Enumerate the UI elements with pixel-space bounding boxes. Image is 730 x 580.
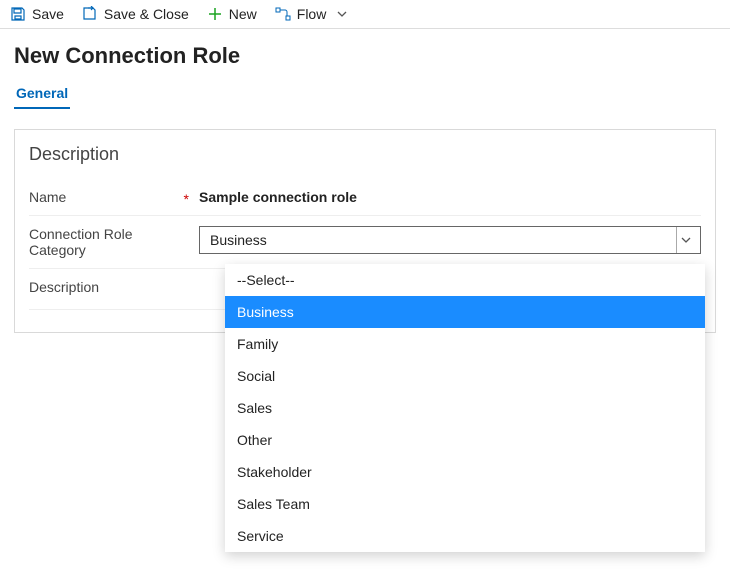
chevron-down-icon (334, 6, 350, 22)
tab-general[interactable]: General (14, 79, 70, 109)
category-row: Connection Role Category Business (29, 216, 701, 269)
command-bar: Save Save & Close New Flow (0, 0, 730, 29)
dropdown-option[interactable]: Other (225, 424, 705, 456)
chevron-down-icon (676, 227, 694, 253)
save-close-label: Save & Close (104, 6, 189, 22)
page-title: New Connection Role (14, 43, 730, 69)
description-section: Description Name * Sample connection rol… (14, 129, 716, 333)
plus-icon (207, 6, 223, 22)
section-title: Description (29, 144, 701, 165)
required-star-icon: * (184, 191, 189, 207)
dropdown-option[interactable]: --Select-- (225, 264, 705, 296)
dropdown-option[interactable]: Service (225, 520, 705, 552)
dropdown-option[interactable]: Sales (225, 392, 705, 424)
dropdown-option[interactable]: Family (225, 328, 705, 360)
category-select[interactable]: Business (199, 226, 701, 254)
dropdown-option[interactable]: Stakeholder (225, 456, 705, 488)
category-dropdown: --Select--BusinessFamilySocialSalesOther… (225, 264, 705, 552)
save-button[interactable]: Save (10, 6, 64, 22)
save-label: Save (32, 6, 64, 22)
flow-label: Flow (297, 6, 327, 22)
name-row: Name * Sample connection role (29, 179, 701, 216)
tab-bar: General (14, 79, 730, 109)
flow-button[interactable]: Flow (275, 6, 351, 22)
new-button[interactable]: New (207, 6, 257, 22)
name-label: Name * (29, 189, 199, 205)
flow-icon (275, 6, 291, 22)
save-close-button[interactable]: Save & Close (82, 6, 189, 22)
description-label: Description (29, 279, 199, 295)
save-close-icon (82, 6, 98, 22)
category-select-value: Business (210, 232, 267, 248)
dropdown-option[interactable]: Social (225, 360, 705, 392)
name-field[interactable]: Sample connection role (199, 189, 357, 205)
dropdown-option[interactable]: Sales Team (225, 488, 705, 520)
new-label: New (229, 6, 257, 22)
category-label: Connection Role Category (29, 226, 199, 258)
save-icon (10, 6, 26, 22)
dropdown-option[interactable]: Business (225, 296, 705, 328)
